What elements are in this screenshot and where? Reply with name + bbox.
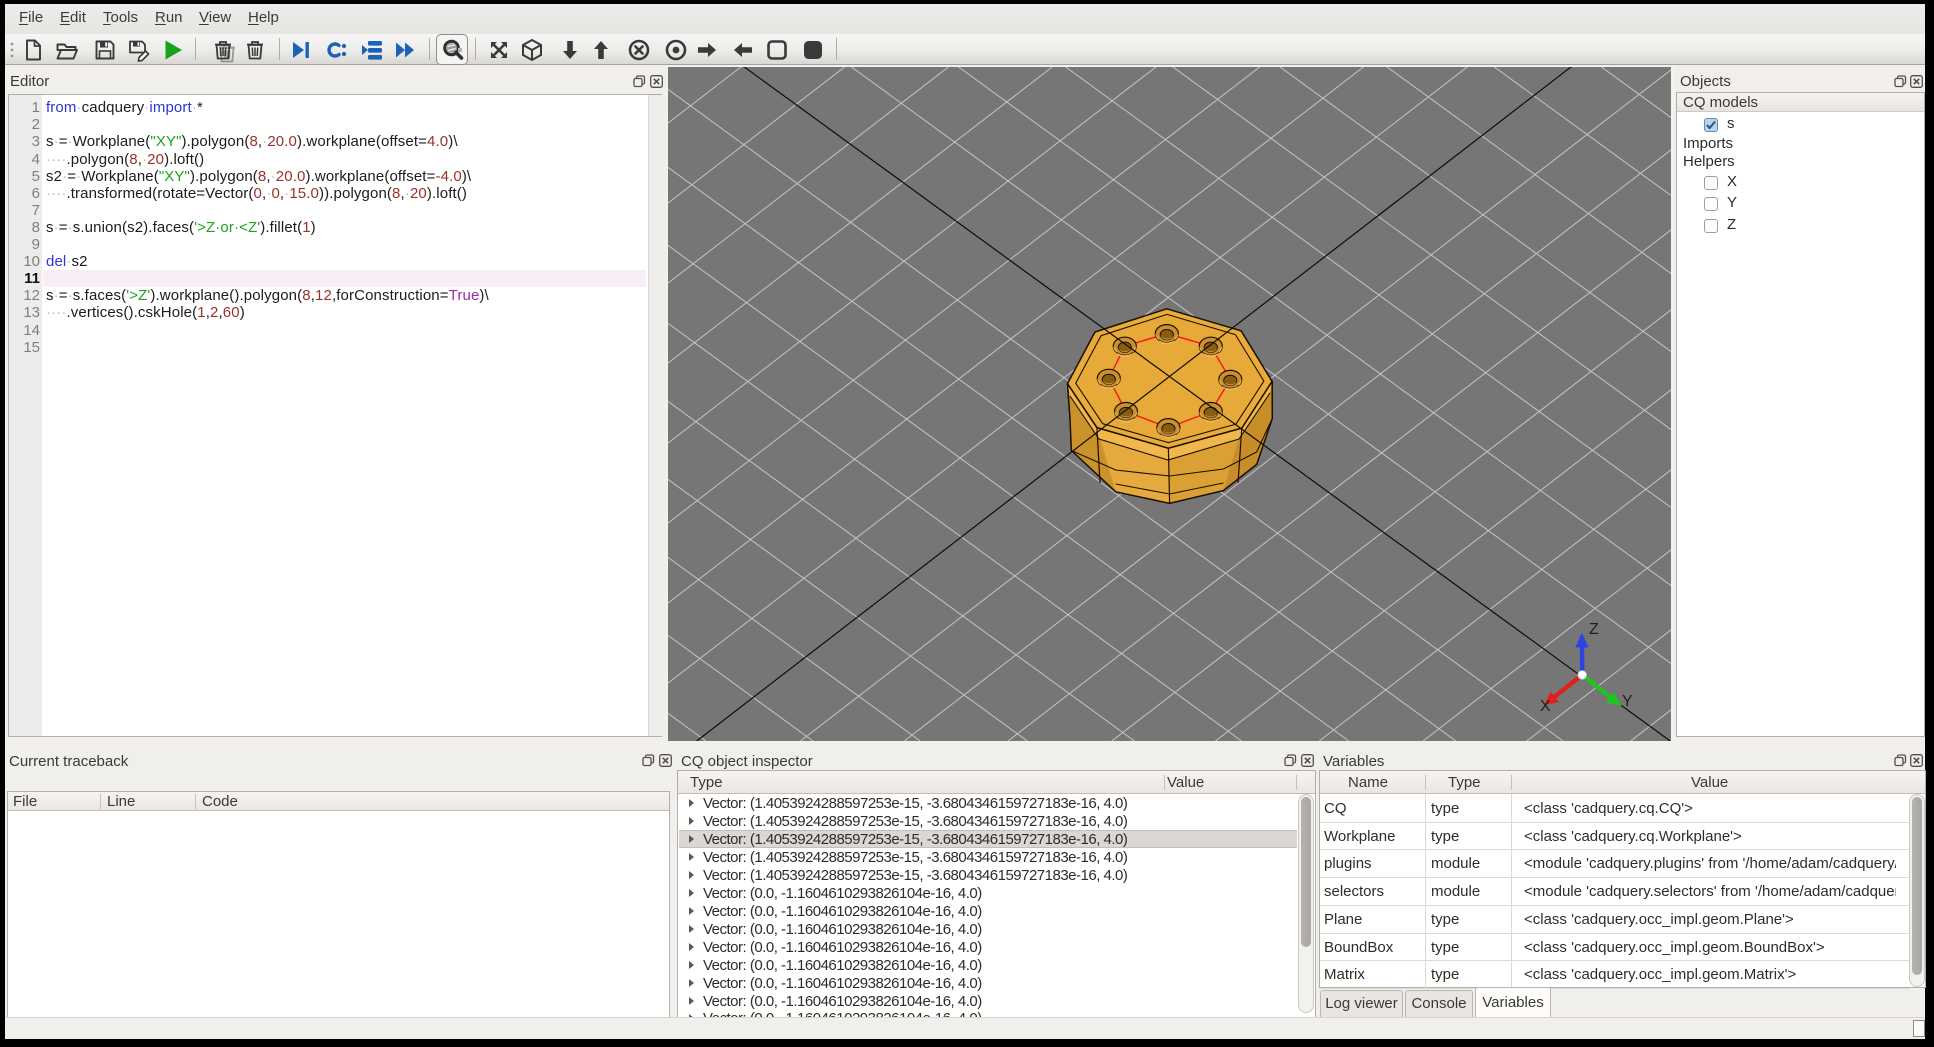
svg-text:Z: Z xyxy=(1589,621,1599,638)
svg-text:X: X xyxy=(1540,698,1551,715)
svg-text:Y: Y xyxy=(1622,693,1633,710)
